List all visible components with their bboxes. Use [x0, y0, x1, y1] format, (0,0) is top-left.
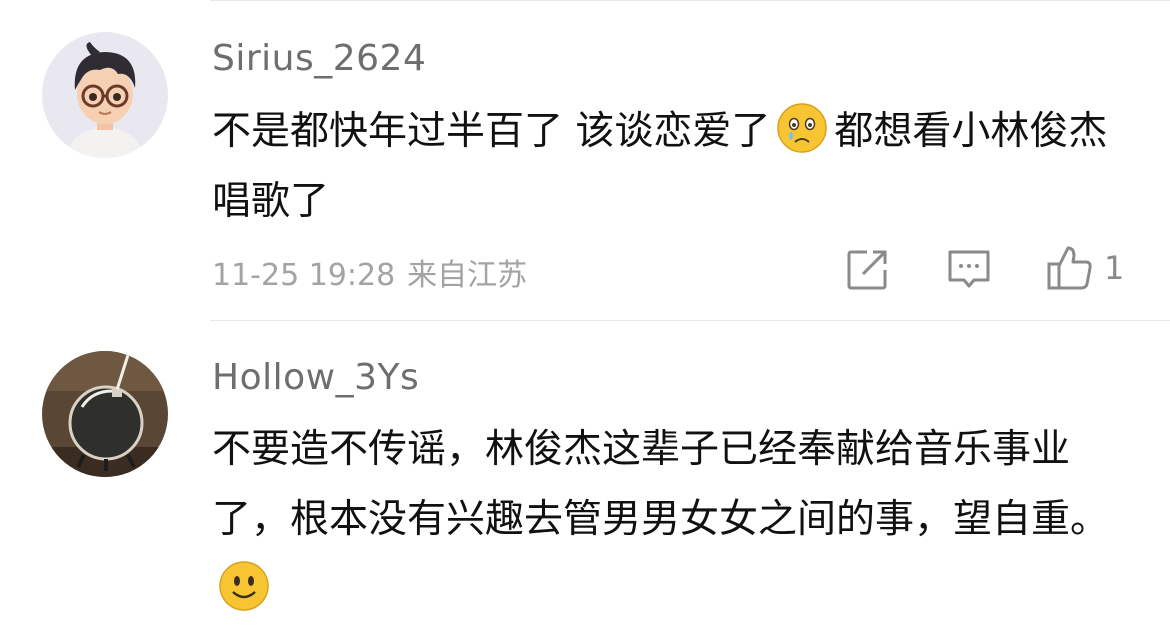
comment-icon: [948, 250, 990, 288]
crying-face-emoji-icon: [776, 102, 828, 154]
comment-text-part: 不要造不传谣，林俊杰这辈子已经奉献给音乐事业了，根本没有兴趣去管男男女女之间的事…: [212, 427, 1110, 542]
username[interactable]: Sirius_2624: [212, 38, 426, 79]
comment-text-part: 不是都快年过半百了 该谈恋爱了: [212, 109, 771, 154]
comment-text: 不要造不传谣，林俊杰这辈子已经奉献给音乐事业了，根本没有兴趣去管男男女女之间的事…: [212, 415, 1112, 625]
smiley-face-emoji-icon: [218, 560, 270, 612]
thumbs-up-icon: [1047, 246, 1092, 290]
comment-text: 不是都快年过半百了 该谈恋爱了 都想看小林俊杰唱歌了: [212, 97, 1112, 237]
avatar[interactable]: [42, 32, 168, 158]
glass-orb-avatar-icon: [42, 351, 168, 477]
cartoon-boy-avatar-icon: [42, 32, 168, 158]
location: 来自江苏: [407, 258, 528, 293]
username[interactable]: Hollow_3Ys: [212, 357, 419, 398]
reply-button[interactable]: [946, 248, 992, 292]
share-icon: [847, 250, 887, 290]
comment-meta: 11-25 19:28 来自江苏: [212, 250, 527, 294]
like-button[interactable]: 1: [1046, 244, 1124, 292]
timestamp: 11-25 19:28: [212, 258, 396, 293]
comment-item: Hollow_3Ys 不要造不传谣，林俊杰这辈子已经奉献给音乐事业了，根本没有兴…: [0, 321, 1170, 633]
avatar[interactable]: [42, 351, 168, 477]
comment-item: Sirius_2624 不是都快年过半百了 该谈恋爱了 都想看小林俊杰唱歌了 1…: [0, 0, 1170, 320]
share-button[interactable]: [845, 248, 889, 292]
like-count: 1: [1104, 249, 1125, 287]
